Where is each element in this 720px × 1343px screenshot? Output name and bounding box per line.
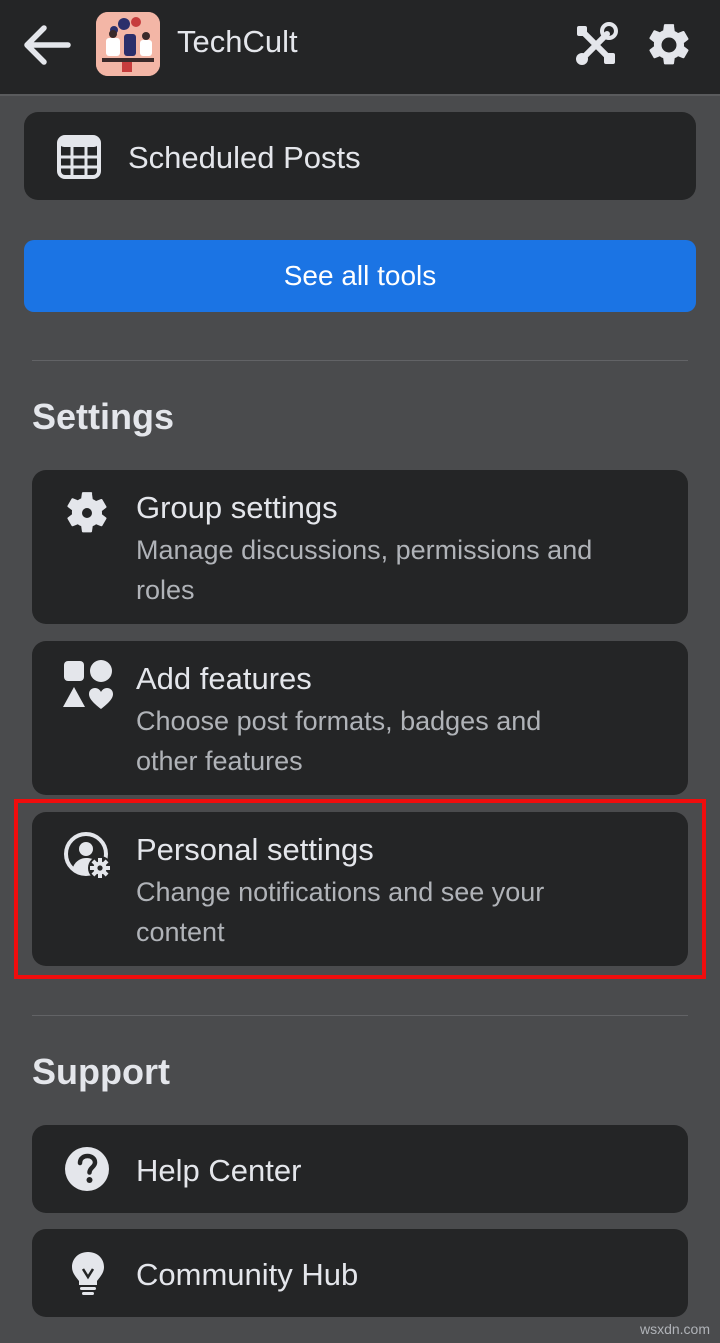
tools-icon	[576, 22, 618, 65]
scheduled-posts-item[interactable]: Scheduled Posts	[24, 112, 696, 200]
group-settings-title: Group settings	[136, 490, 338, 525]
gear-icon	[649, 24, 689, 65]
personal-settings-subtitle-line2: content	[136, 917, 225, 947]
help-center-label: Help Center	[136, 1153, 302, 1188]
personal-settings-subtitle-line1: Change notifications and see your	[136, 877, 545, 907]
support-heading: Support	[32, 1051, 170, 1092]
add-features-subtitle-line1: Choose post formats, badges and	[136, 706, 542, 736]
see-all-tools-button[interactable]: See all tools	[24, 240, 696, 312]
personal-settings-title: Personal settings	[136, 832, 374, 867]
add-features-item[interactable]: Add features Choose post formats, badges…	[32, 641, 688, 795]
community-hub-item[interactable]: Community Hub	[32, 1229, 688, 1317]
group-cover-image	[96, 12, 160, 76]
add-features-subtitle-line2: other features	[136, 746, 303, 776]
group-settings-item[interactable]: Group settings Manage discussions, permi…	[32, 470, 688, 624]
admin-tools-button[interactable]	[571, 20, 621, 70]
watermark: wsxdn.com	[639, 1321, 710, 1337]
personal-settings-item[interactable]: Personal settings Change notifications a…	[32, 812, 688, 966]
question-circle-icon	[65, 1147, 109, 1191]
arrow-left-icon	[24, 25, 71, 65]
community-hub-label: Community Hub	[136, 1257, 359, 1292]
divider	[32, 1015, 688, 1016]
gear-icon	[67, 492, 107, 533]
scheduled-posts-label: Scheduled Posts	[128, 140, 361, 175]
back-button[interactable]	[20, 22, 72, 68]
group-name: TechCult	[177, 24, 298, 59]
help-center-item[interactable]: Help Center	[32, 1125, 688, 1213]
group-settings-subtitle-line2: roles	[136, 575, 195, 605]
shapes-icon	[63, 660, 113, 709]
group-settings-subtitle-line1: Manage discussions, permissions and	[136, 535, 593, 565]
group-avatar[interactable]	[96, 12, 160, 76]
settings-button[interactable]	[644, 20, 694, 70]
user-gear-icon	[64, 832, 112, 880]
lightbulb-icon	[72, 1252, 104, 1295]
divider	[32, 360, 688, 361]
top-app-bar: TechCult	[0, 0, 720, 96]
settings-heading: Settings	[32, 396, 175, 437]
calendar-icon	[57, 135, 101, 179]
add-features-title: Add features	[136, 661, 312, 696]
